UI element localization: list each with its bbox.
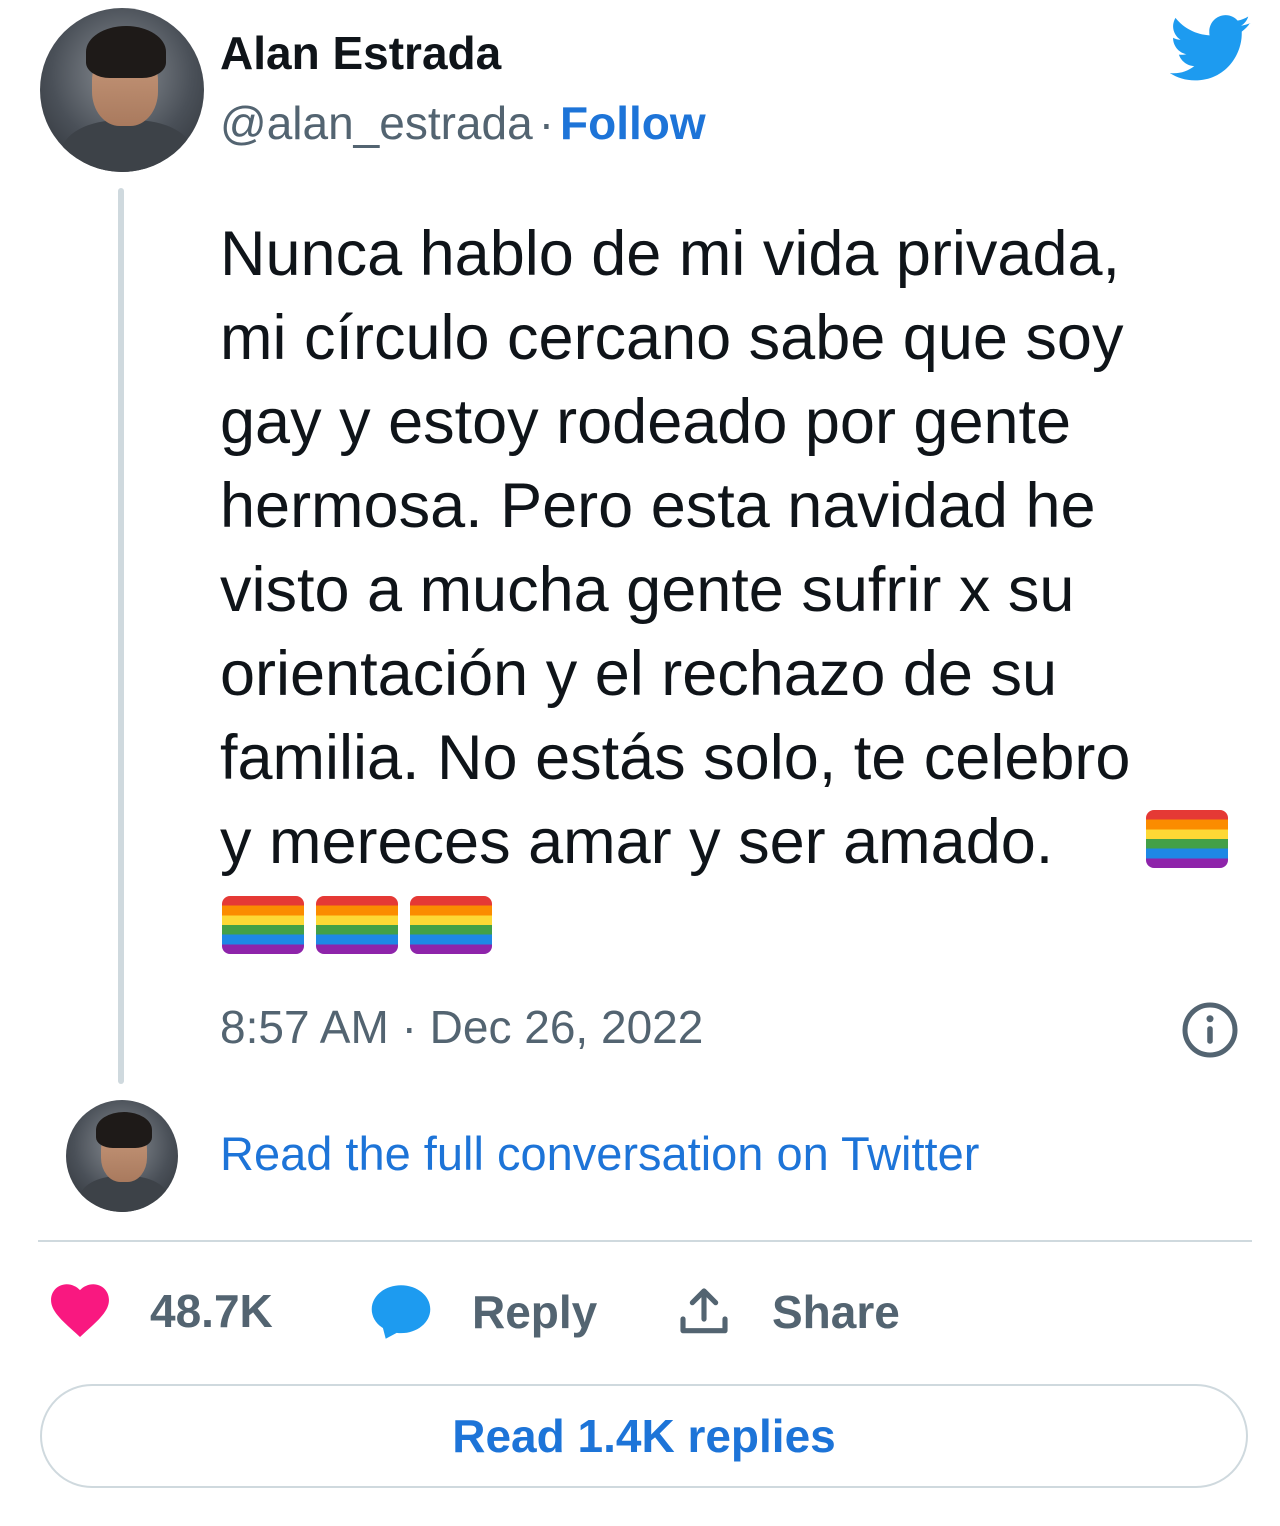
tweet-embed: Alan Estrada @alan_estrada · Follow Nunca …	[0, 0, 1280, 1526]
tweet-date: Dec 26, 2022	[429, 1001, 704, 1053]
share-label: Share	[772, 1286, 900, 1338]
handle-separator: ·	[538, 97, 555, 149]
avatar-hair	[96, 1112, 152, 1148]
thread-line	[118, 188, 124, 1084]
speech-bubble-icon	[371, 1285, 431, 1339]
like-button[interactable]: 48.7K	[50, 1284, 273, 1338]
timestamp-separator: ·	[401, 1001, 417, 1053]
read-replies-label: Read 1.4K replies	[452, 1410, 836, 1462]
heart-icon	[51, 1284, 109, 1338]
info-icon[interactable]	[1180, 1000, 1240, 1060]
read-conversation-link[interactable]: Read the full conversation on Twitter	[220, 1126, 979, 1181]
rainbow-flag-icon	[1146, 810, 1228, 868]
avatar-shirt	[62, 120, 192, 172]
tweet-text: Nunca hablo de mi vida privada, mi círcu…	[220, 219, 1131, 877]
share-button[interactable]: Share	[676, 1284, 900, 1340]
rainbow-flags-row	[222, 896, 504, 954]
tweet-timestamp[interactable]: 8:57 AM · Dec 26, 2022	[220, 1000, 703, 1054]
author-handle[interactable]: @alan_estrada	[220, 97, 533, 149]
reply-button[interactable]: Reply	[370, 1284, 597, 1340]
avatar-hair	[86, 26, 166, 78]
rainbow-flag-icon	[410, 896, 492, 954]
divider	[38, 1240, 1252, 1242]
like-count: 48.7K	[150, 1285, 273, 1337]
rainbow-flag-icon	[316, 896, 398, 954]
rainbow-flag-icon	[222, 896, 304, 954]
share-upload-icon	[680, 1288, 728, 1334]
read-replies-button[interactable]: Read 1.4K replies	[40, 1384, 1248, 1488]
reply-label: Reply	[472, 1286, 598, 1338]
tweet-time: 8:57 AM	[220, 1001, 389, 1053]
author-name[interactable]: Alan Estrada	[220, 26, 501, 80]
author-handle-row: @alan_estrada · Follow	[220, 96, 706, 150]
follow-button[interactable]: Follow	[560, 97, 706, 149]
twitter-bird-icon[interactable]	[1170, 14, 1252, 84]
author-avatar[interactable]	[40, 8, 204, 172]
conversation-avatar[interactable]	[66, 1100, 178, 1212]
